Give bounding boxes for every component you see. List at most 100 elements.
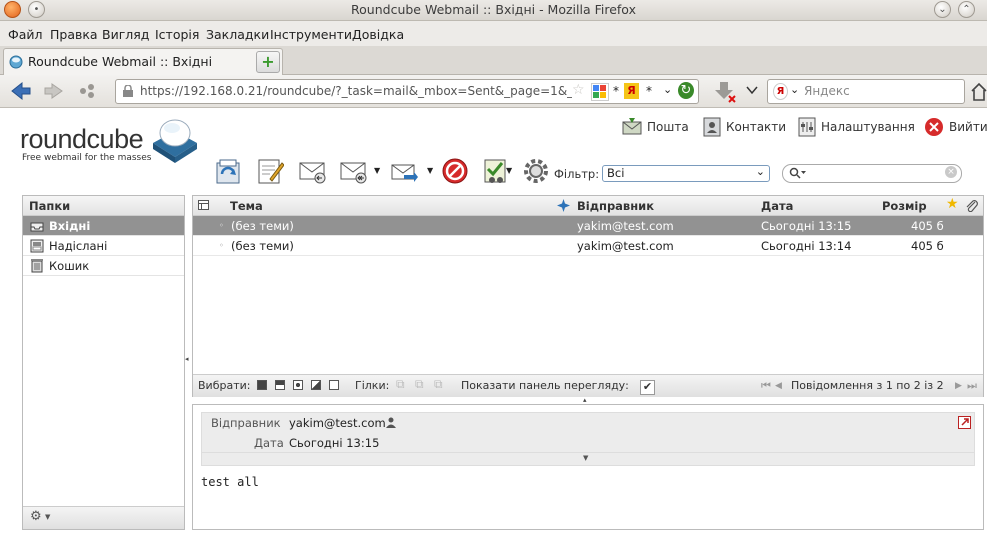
url-text: https://192.168.0.21/roundcube/?_task=ma… [140,84,572,98]
back-icon[interactable] [8,79,32,103]
filter-select[interactable]: Всі ⌄ [602,165,770,182]
sent-folder-icon [30,239,44,253]
preview-splitter-handle[interactable]: ▴ [583,396,587,404]
column-size[interactable]: Розмір [882,199,927,213]
select-all-icon[interactable] [257,380,267,390]
folder-settings-dropdown-icon[interactable]: ▼ [45,513,50,521]
mail-search-input[interactable]: × [782,164,962,183]
yandex-icon[interactable]: Я [624,83,639,99]
settings-nav-icon[interactable] [797,117,817,137]
reload-icon[interactable]: ↻ [678,82,694,99]
forward-icon[interactable] [42,80,64,102]
bookmark-star-icon[interactable]: ☆ [572,82,585,98]
nav-settings[interactable]: Налаштування [821,120,915,134]
folder-trash[interactable]: Кошик [23,256,184,276]
next-page-icon[interactable]: ▶ [955,381,962,391]
folder-footer: ⚙ ▼ [23,506,184,529]
add-contact-icon[interactable] [386,417,396,428]
message-row[interactable]: ◦ (без теми) yakim@test.com Сьогодні 13:… [193,236,983,256]
menu-view[interactable]: Вигляд [102,27,149,42]
expand-headers-icon[interactable]: ▼ [583,454,588,462]
mark-dropdown-icon[interactable]: ▼ [506,166,512,175]
select-label: Вибрати: [198,379,251,392]
expand-unread-threads-icon[interactable]: ⧉ [415,377,424,392]
compose-icon[interactable] [256,157,284,185]
trash-icon [31,259,43,273]
google-icon[interactable] [591,83,609,101]
list-options-icon[interactable] [198,200,210,211]
folder-header: Папки [23,196,184,216]
message-date: Сьогодні 13:15 [761,219,852,233]
search-options-icon[interactable] [789,167,807,180]
browser-tab[interactable]: Roundcube Webmail :: Вхідні [3,48,283,75]
menu-bookmarks[interactable]: Закладки [206,27,269,42]
url-bar[interactable]: https://192.168.0.21/roundcube/?_task=ma… [115,79,699,104]
tab-label: Roundcube Webmail :: Вхідні [28,54,213,69]
downloads-icon[interactable] [712,80,740,104]
reply-all-icon[interactable] [339,157,367,185]
headers-toggle-bar[interactable]: ▼ [202,452,974,466]
nav-logout[interactable]: Вийти [949,120,987,134]
menu-history[interactable]: Історія [155,27,199,42]
home-icon[interactable] [970,80,987,102]
menu-file[interactable]: Файл [8,27,43,42]
downloads-dropdown-icon[interactable] [746,85,758,95]
reply-icon[interactable] [298,157,326,185]
contacts-nav-icon[interactable] [702,117,722,137]
mail-nav-icon[interactable] [622,117,642,137]
nav-mail[interactable]: Пошта [647,120,689,134]
attachment-paperclip-icon[interactable] [965,199,978,212]
forward-mail-icon[interactable] [390,157,418,185]
preview-from-value[interactable]: yakim@test.com [289,416,386,430]
message-status-icon: ◦ [219,221,224,230]
forward-dropdown-icon[interactable]: ▼ [427,166,433,175]
logo-tagline: Free webmail for the masses [22,153,152,163]
more-gear-icon[interactable] [522,157,550,185]
column-subject[interactable]: Тема [230,199,263,213]
folder-name: Кошик [49,259,90,273]
yandex-search-icon[interactable]: Я [773,83,788,100]
message-list-footer: Вибрати: Гілки: ⧉ ⧉ ⧉ Показати панель пе… [193,374,983,397]
select-invert-icon[interactable] [311,380,321,390]
open-in-new-window-icon[interactable] [958,416,971,429]
minimize-button[interactable]: ⌄ [934,1,951,18]
folder-inbox[interactable]: Вхідні [23,216,184,236]
nav-contacts[interactable]: Контакти [726,120,786,134]
new-tab-button[interactable]: + [256,51,280,73]
menu-help[interactable]: Довідка [352,27,404,42]
lock-icon [123,85,133,97]
panel-splitter-handle[interactable]: ◂ [185,355,189,363]
folder-sent[interactable]: Надіслані [23,236,184,256]
reply-all-dropdown-icon[interactable]: ▼ [374,166,380,175]
last-page-icon[interactable]: ⏭ [967,379,977,393]
message-list-header: Тема Відправник Дата Розмір ★ [193,196,983,216]
unread-status-icon[interactable] [557,199,570,212]
menu-edit[interactable]: Правка [50,27,98,42]
flag-column-star-icon[interactable]: ★ [946,196,959,212]
message-row[interactable]: ◦ (без теми) yakim@test.com Сьогодні 13:… [193,216,983,236]
folder-settings-gear-icon[interactable]: ⚙ [30,509,42,524]
select-none-icon[interactable] [329,380,339,390]
column-from[interactable]: Відправник [577,199,654,213]
message-from: yakim@test.com [577,239,674,253]
preview-headers: Відправник yakim@test.com Дата Сьогодні … [201,412,975,466]
delete-icon[interactable] [441,157,469,185]
previous-page-icon[interactable]: ◀ [775,381,782,391]
first-page-icon[interactable]: ⏮ [761,379,771,393]
search-engine-dropdown-icon[interactable]: ⌄ [790,83,799,96]
select-unread-icon[interactable] [293,380,303,390]
preview-pane-checkbox[interactable]: ✔ [640,380,655,395]
clear-search-icon[interactable]: × [945,166,957,178]
history-dots-icon[interactable] [78,82,98,100]
select-current-page-icon[interactable] [275,380,285,390]
menu-tools[interactable]: Інструменти [270,27,352,42]
expand-threads-icon[interactable]: ⧉ [396,377,405,392]
window-titlebar: • Roundcube Webmail :: Вхідні - Mozilla … [0,0,987,21]
refresh-mail-icon[interactable] [214,157,242,185]
maximize-button[interactable]: ⌃ [958,1,975,18]
browser-search-box[interactable]: Я ⌄ Яндекс [767,79,965,104]
column-date[interactable]: Дата [761,199,793,213]
url-dropdown-icon[interactable]: ⌄ [663,83,672,96]
collapse-threads-icon[interactable]: ⧉ [434,377,443,392]
logout-icon[interactable] [924,117,944,137]
